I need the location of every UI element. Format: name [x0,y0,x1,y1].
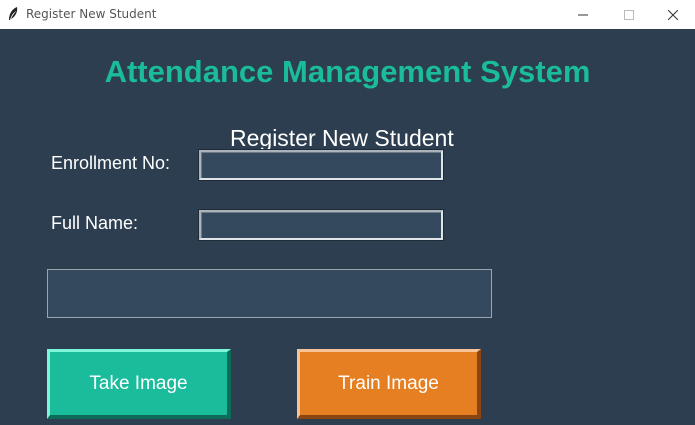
window-title: Register New Student [26,7,157,21]
feather-icon [6,6,20,22]
train-image-button[interactable]: Train Image [297,349,481,419]
page-subtitle: Register New Student [230,125,454,151]
minimize-button[interactable] [560,0,606,29]
message-display [47,269,492,318]
take-image-button[interactable]: Take Image [47,349,231,419]
full-name-field[interactable] [198,209,444,241]
enrollment-field[interactable] [198,149,444,181]
window-titlebar[interactable]: Register New Student [0,0,695,29]
app-window: Attendance Management System Register Ne… [0,29,695,425]
full-name-label: Full Name: [51,213,139,233]
enrollment-label: Enrollment No: [51,153,171,173]
close-button[interactable] [650,0,695,29]
maximize-button[interactable] [606,0,652,29]
app-title: Attendance Management System [104,54,591,89]
